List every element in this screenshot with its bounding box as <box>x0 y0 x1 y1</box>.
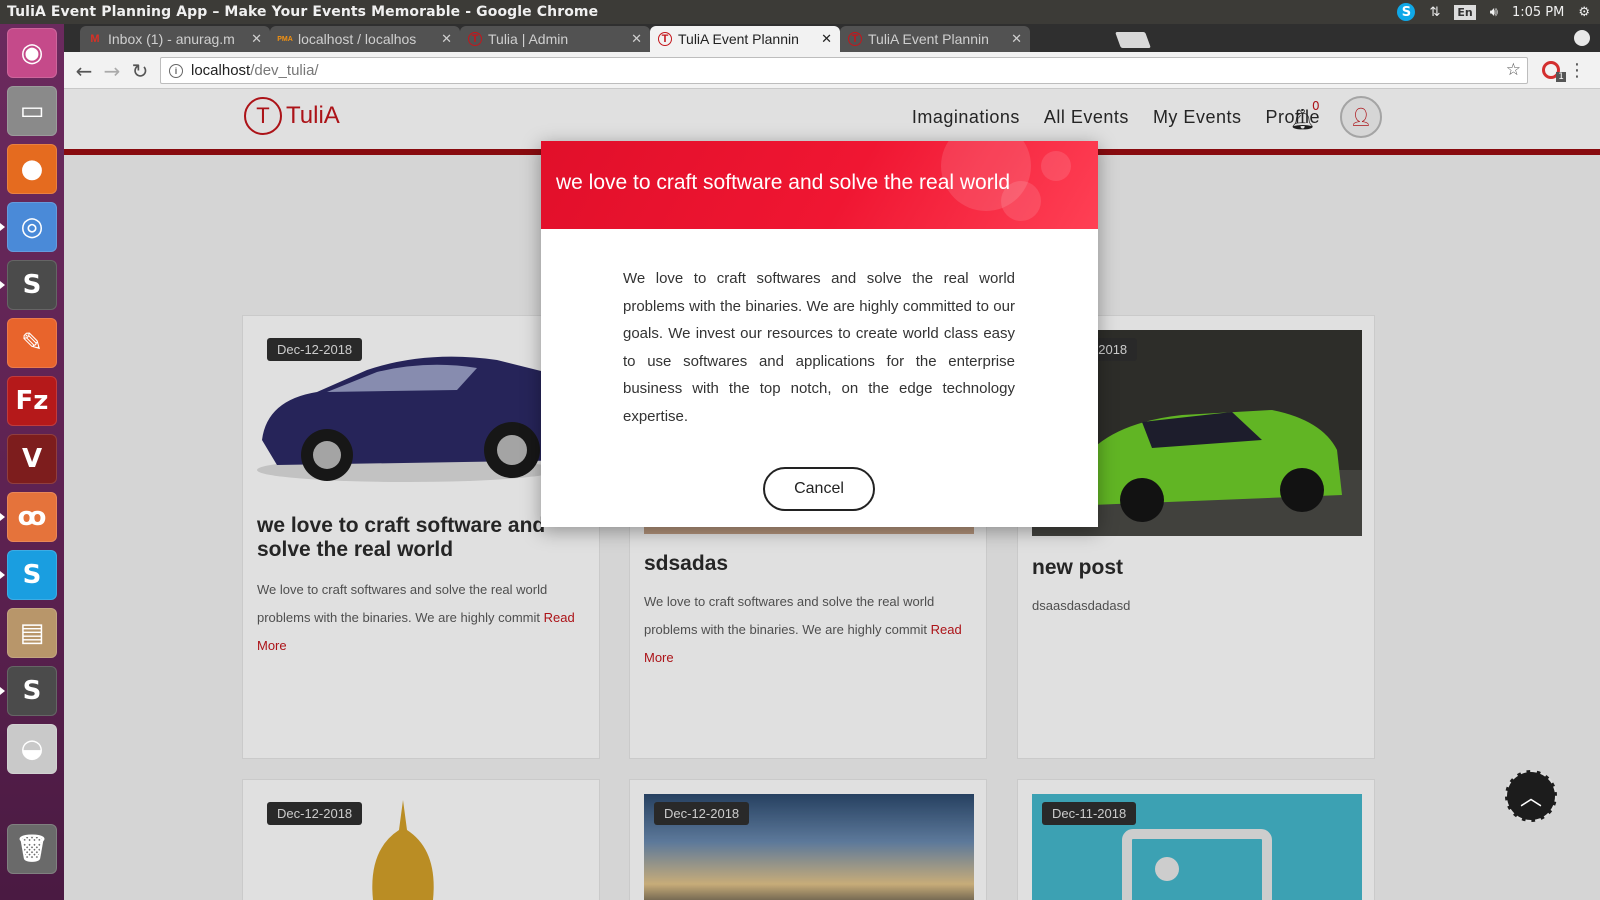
power-gear-icon[interactable]: ⚙ <box>1578 5 1590 20</box>
archive-manager-icon[interactable]: ▤ <box>7 608 57 658</box>
tulia-favicon-icon: T <box>848 32 862 46</box>
modal-body-text: We love to craft softwares and solve the… <box>623 270 1015 425</box>
file-manager-icon[interactable]: ▭ <box>7 86 57 136</box>
network-icon[interactable]: ⇅ <box>1429 5 1440 20</box>
back-arrow-icon[interactable]: ← <box>72 59 96 83</box>
header-bokeh <box>1041 151 1071 181</box>
os-top-panel: TuliA Event Planning App – Make Your Eve… <box>0 0 1600 24</box>
modal-header: we love to craft software and solve the … <box>541 141 1098 229</box>
ubuntu-dash-icon[interactable]: ◉ <box>7 28 57 78</box>
new-tab-button[interactable] <box>1115 32 1151 48</box>
tab-phpmyadmin[interactable]: PMA localhost / localhos ✕ <box>270 26 460 52</box>
volume-icon[interactable]: 🔊︎ <box>1490 5 1498 20</box>
chevron-up-icon: ︿ <box>1519 786 1542 811</box>
event-detail-modal: we love to craft software and solve the … <box>541 141 1098 527</box>
site-info-icon[interactable]: i <box>169 63 183 78</box>
keyboard-layout-indicator[interactable]: En <box>1454 4 1476 20</box>
scroll-to-top-button[interactable]: ︿ <box>1505 770 1557 822</box>
modal-title: we love to craft software and solve the … <box>556 171 1011 194</box>
url-host: localhost <box>191 62 251 79</box>
close-icon[interactable]: ✕ <box>631 31 642 47</box>
trash-icon[interactable]: 🗑 <box>7 824 57 874</box>
filezilla-icon[interactable]: Fz <box>7 376 57 426</box>
tab-tulia-admin[interactable]: T Tulia | Admin ✕ <box>460 26 650 52</box>
bookmark-star-icon[interactable]: ☆ <box>1506 60 1521 80</box>
firefox-icon[interactable]: ● <box>7 144 57 194</box>
sublime-text-2-icon[interactable]: S <box>7 666 57 716</box>
tab-label: Tulia | Admin <box>488 31 569 47</box>
running-app-indicator <box>0 687 5 695</box>
disk-drive-icon[interactable]: ◒ <box>7 724 57 774</box>
xampp-icon[interactable]: ꝏ <box>7 492 57 542</box>
tab-label: TuliA Event Plannin <box>868 31 989 47</box>
tab-label: TuliA Event Plannin <box>678 31 799 47</box>
tab-gmail[interactable]: M Inbox (1) - anurag.m ✕ <box>80 26 270 52</box>
running-app-indicator <box>0 571 5 579</box>
chrome-icon[interactable]: ◎ <box>7 202 57 252</box>
tab-label: Inbox (1) - anurag.m <box>108 31 235 47</box>
vim-icon[interactable]: V <box>7 434 57 484</box>
page-viewport: T TuliA Imaginations All Events My Event… <box>64 89 1600 900</box>
running-app-indicator <box>0 281 5 289</box>
tab-tulia-event-active[interactable]: T TuliA Event Plannin ✕ <box>650 26 840 52</box>
gmail-icon: M <box>90 33 100 45</box>
skype-tray-icon[interactable]: S <box>1397 3 1416 21</box>
sublime-text-icon[interactable]: S <box>7 260 57 310</box>
running-app-indicator <box>0 513 5 521</box>
browser-profile-icon[interactable] <box>1574 30 1590 46</box>
forward-arrow-icon[interactable]: → <box>100 59 124 83</box>
unity-launcher: ◉ ▭ ● ◎ S ✎ Fz Vꝏ S ▤ S ◒ 🗑 <box>0 24 64 900</box>
browser-toolbar: ← → ↻ i localhost/dev_tulia/ ☆ 1 ⋮ <box>64 52 1600 89</box>
browser-tab-strip: M Inbox (1) - anurag.m ✕ PMA localhost /… <box>64 24 1600 52</box>
close-icon[interactable]: ✕ <box>821 31 832 47</box>
chrome-menu-icon[interactable]: ⋮ <box>1568 60 1586 81</box>
window-title: TuliA Event Planning App – Make Your Eve… <box>7 4 599 20</box>
close-icon[interactable]: ✕ <box>441 31 452 47</box>
running-app-indicator <box>0 223 5 231</box>
address-bar[interactable]: i localhost/dev_tulia/ ☆ <box>160 57 1528 84</box>
reload-icon[interactable]: ↻ <box>128 59 152 83</box>
tab-tulia-event[interactable]: T TuliA Event Plannin ✕ <box>840 26 1030 52</box>
url-path: /dev_tulia/ <box>250 62 319 79</box>
postman-icon[interactable]: ✎ <box>7 318 57 368</box>
close-icon[interactable]: ✕ <box>1011 31 1022 47</box>
tulia-favicon-icon: T <box>468 32 482 46</box>
close-icon[interactable]: ✕ <box>251 31 262 47</box>
tulia-favicon-icon: T <box>658 32 672 46</box>
system-tray: S ⇅ En 🔊︎ 1:05 PM ⚙ <box>1397 0 1600 24</box>
tab-label: localhost / localhos <box>298 31 417 47</box>
cancel-button[interactable]: Cancel <box>763 467 875 511</box>
clock[interactable]: 1:05 PM <box>1512 5 1564 20</box>
phpmyadmin-icon: PMA <box>277 35 293 43</box>
skype-icon[interactable]: S <box>7 550 57 600</box>
extension-badge: 1 <box>1556 72 1566 82</box>
